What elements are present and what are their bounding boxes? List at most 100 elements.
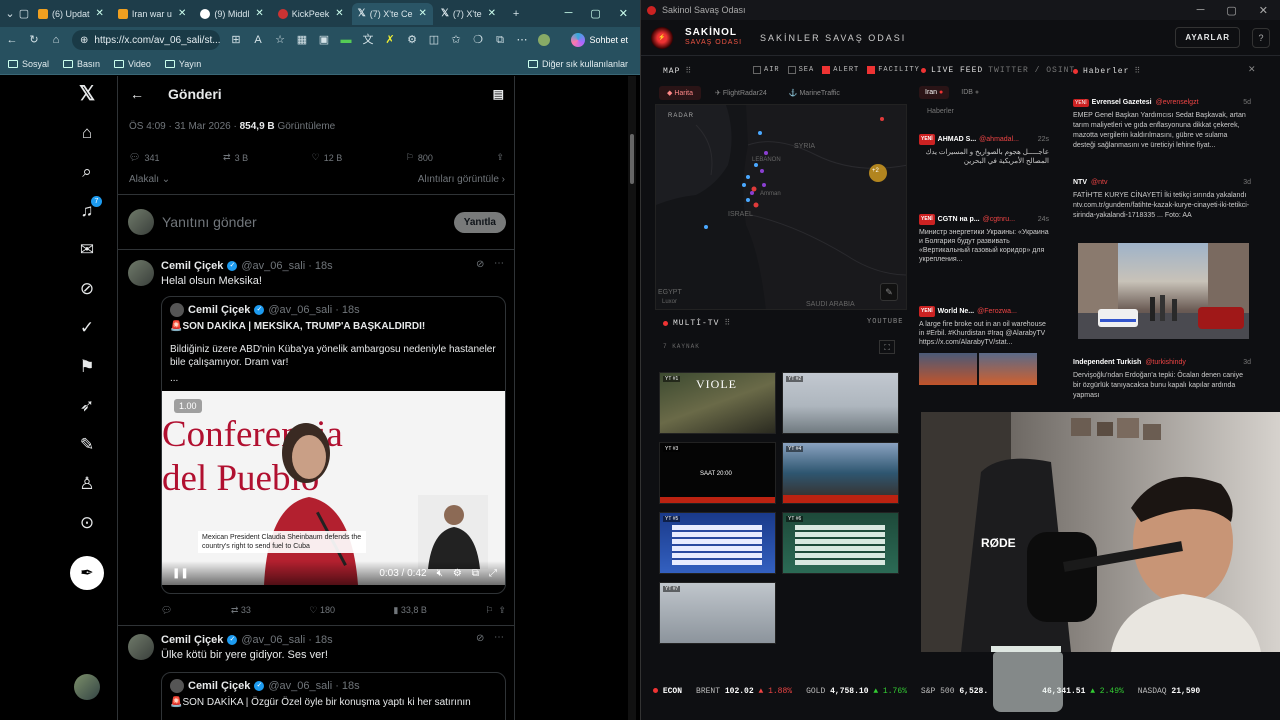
video-player[interactable]: Conferencia del Pueblo Mexican President … bbox=[162, 391, 505, 585]
reply-post[interactable]: Cemil Çiçek ✓ @av_06_sali · 18s ⊘ ⋯ Ülke k… bbox=[118, 626, 514, 720]
x-logo-icon[interactable]: 𝕏 bbox=[76, 82, 98, 105]
close-icon[interactable]: ● bbox=[939, 89, 943, 96]
like-stat[interactable]: ♡ 12 B bbox=[312, 152, 343, 163]
reply-post[interactable]: Cemil Çiçek ✓ @av_06_sali · 18s ⊘ ⋯ Helal … bbox=[118, 250, 514, 626]
reload-icon[interactable]: ↻ bbox=[28, 34, 40, 46]
other-bookmarks[interactable]: Diğer sık kullanılanlar bbox=[527, 59, 640, 69]
back-icon[interactable]: ← bbox=[6, 34, 18, 46]
scrollbar-thumb[interactable] bbox=[630, 134, 634, 184]
more-options-icon[interactable]: ⋯ bbox=[494, 632, 504, 643]
quoted-post[interactable]: Cemil Çiçek ✓ @av_06_sali · 18s 🚨SON DAKİK… bbox=[161, 672, 506, 720]
home-icon[interactable]: ⌂ bbox=[76, 122, 98, 144]
pip-icon[interactable]: ⧉ bbox=[472, 568, 479, 579]
tv-tile-3[interactable]: YT #3 SAAT 20:00 bbox=[659, 442, 776, 504]
view-quotes-link[interactable]: Alıntıları görüntüle › bbox=[418, 174, 505, 185]
news-item[interactable]: NTV @ntv 3d FATİH'TE KURYE CİNAYETİ İki te… bbox=[1073, 178, 1251, 221]
more-options-icon[interactable]: ⋯ bbox=[494, 258, 504, 269]
reader-mode-icon[interactable]: ▤ bbox=[493, 87, 504, 101]
grok-icon[interactable]: ⊘ bbox=[476, 633, 484, 644]
reply-button[interactable]: Yanıtla bbox=[453, 211, 506, 233]
notifications-icon[interactable]: ♫ 7 bbox=[76, 196, 102, 222]
tab-iran[interactable]: Iran ● bbox=[919, 86, 950, 99]
filter-sea[interactable]: SEA bbox=[787, 66, 815, 74]
views-action[interactable]: ▮ 33,8 B bbox=[393, 605, 426, 616]
home-icon[interactable]: ⌂ bbox=[50, 34, 62, 46]
tab-1[interactable]: (6) Updat ✕ bbox=[32, 3, 110, 25]
url-field[interactable]: ⊕ https://x.com/av_06_sali/st... bbox=[72, 30, 220, 50]
tab-idb[interactable]: IDB ● bbox=[955, 86, 985, 99]
account-avatar[interactable] bbox=[74, 674, 100, 700]
playback-speed-label[interactable]: 1.00 bbox=[174, 399, 202, 413]
split-screen-icon[interactable]: ◫ bbox=[428, 34, 440, 46]
screenshot-icon[interactable]: ⧉ bbox=[494, 34, 506, 46]
repost-action[interactable]: ⇄ 33 bbox=[231, 605, 251, 616]
tv-tile-2[interactable]: YT #2 bbox=[782, 372, 899, 434]
tab-6[interactable]: 𝕏 (7) X'te ✕ bbox=[435, 3, 502, 25]
grok-icon[interactable]: ⊘ bbox=[76, 278, 98, 300]
maximize-icon[interactable]: ▢ bbox=[1226, 4, 1236, 17]
tv-tile-1[interactable]: YT #1 VIOLE bbox=[659, 372, 776, 434]
search-icon[interactable]: ⌕ bbox=[76, 161, 98, 183]
extension-icon[interactable]: ▬ bbox=[340, 34, 352, 46]
extensions-icon[interactable]: ⚙ bbox=[406, 34, 418, 46]
map-view[interactable]: RADAR SYRIA LEBANON ISRAEL Amman SAUDI A… bbox=[655, 104, 907, 310]
bookmark-folder[interactable]: Video bbox=[114, 59, 151, 69]
profile-icon[interactable]: ♙ bbox=[76, 473, 98, 495]
share-icon[interactable]: ⇪ bbox=[496, 152, 504, 163]
close-icon[interactable]: ✕ bbox=[488, 8, 496, 19]
copilot-chat-button[interactable]: Sohbet et bbox=[571, 33, 634, 47]
settings-icon[interactable]: ⚙ bbox=[453, 568, 462, 579]
author-name[interactable]: Cemil Çiçek bbox=[161, 260, 223, 272]
close-window-icon[interactable]: ✕ bbox=[1259, 4, 1268, 17]
tab-4[interactable]: KickPeek ✕ bbox=[272, 3, 350, 25]
avatar[interactable] bbox=[128, 260, 154, 286]
filter-facility[interactable]: FACILITY bbox=[867, 66, 920, 74]
news-item[interactable]: YENİ Evrensel Gazetesi @evrenselgzt 5d EMEP… bbox=[1073, 98, 1251, 151]
workspaces-icon[interactable]: ▢ bbox=[18, 8, 30, 20]
close-icon[interactable]: ● bbox=[975, 89, 979, 96]
close-icon[interactable]: ✕ bbox=[335, 8, 343, 19]
feed-filter[interactable]: Haberler bbox=[927, 108, 954, 115]
reader-icon[interactable]: A bbox=[252, 34, 264, 46]
tv-tile-6[interactable]: YT #6 bbox=[782, 512, 899, 574]
feed-item[interactable]: YENİ AHMAD S... @ahmadal... 22s عاجـــــل ه… bbox=[919, 134, 1049, 166]
bookmark-folder[interactable]: Sosyal bbox=[8, 59, 49, 69]
close-icon[interactable]: ✕ bbox=[178, 8, 186, 19]
feed-item[interactable]: YENİ CGTN на р... @cgtnru... 24s Министр эн… bbox=[919, 214, 1049, 264]
extension-icon[interactable]: ▣ bbox=[318, 34, 330, 46]
new-tab-icon[interactable]: + bbox=[510, 8, 522, 20]
reply-icon[interactable]: 💬︎ bbox=[161, 605, 172, 616]
news-item[interactable]: Independent Turkish @turkishindy 3d Derviş… bbox=[1073, 358, 1251, 401]
tab-flightradar[interactable]: ✈ FlightRadar24 bbox=[707, 86, 775, 100]
map-cluster-marker[interactable]: +2 bbox=[872, 168, 879, 174]
quoted-post[interactable]: Cemil Çiçek ✓ @av_06_sali · 18s 🚨SON DAKİK… bbox=[161, 296, 506, 594]
bookmarks-icon[interactable]: ⚑ bbox=[76, 356, 98, 378]
close-window-icon[interactable]: ✕ bbox=[619, 7, 628, 20]
maximize-icon[interactable]: ▢ bbox=[590, 7, 600, 20]
tv-tile-5[interactable]: YT #5 bbox=[659, 512, 776, 574]
avatar[interactable] bbox=[128, 634, 154, 660]
tv-tile-7[interactable]: YT #7 bbox=[659, 582, 776, 644]
favorite-star-icon[interactable]: ☆ bbox=[274, 34, 286, 46]
bookmark-folder[interactable]: Yayın bbox=[164, 59, 201, 69]
edit-icon[interactable]: ✎ bbox=[880, 283, 898, 301]
bookmark-stat[interactable]: ⚐ 800 bbox=[406, 152, 433, 163]
fullscreen-icon[interactable]: ⤢ bbox=[489, 568, 497, 579]
grip-icon[interactable]: ⠿ bbox=[1134, 66, 1141, 76]
tv-tile-4[interactable]: YT #4 bbox=[782, 442, 899, 504]
news-image[interactable] bbox=[1078, 243, 1249, 339]
back-arrow-icon[interactable]: ← bbox=[130, 86, 144, 102]
repost-stat[interactable]: ⇄ 3 B bbox=[223, 152, 248, 163]
close-icon[interactable]: ✕ bbox=[1248, 64, 1256, 75]
extension-icon[interactable]: ▦ bbox=[296, 34, 308, 46]
site-info-icon[interactable]: ⊕ bbox=[80, 35, 88, 46]
feed-item[interactable]: YENİ World Ne... @Ferozwa... A large fire … bbox=[919, 306, 1049, 385]
expand-icon[interactable]: ⛶ bbox=[879, 340, 895, 354]
extension-icon[interactable]: ✗ bbox=[384, 34, 396, 46]
tab-3[interactable]: (9) Middl ✕ bbox=[194, 3, 269, 25]
settings-button[interactable]: AYARLAR bbox=[1175, 27, 1240, 48]
close-icon[interactable]: ✕ bbox=[418, 8, 426, 19]
translate-icon[interactable]: 文 bbox=[362, 34, 374, 46]
pause-icon[interactable]: ❚❚ bbox=[172, 568, 189, 579]
more-icon[interactable]: ⋯ bbox=[516, 34, 528, 46]
